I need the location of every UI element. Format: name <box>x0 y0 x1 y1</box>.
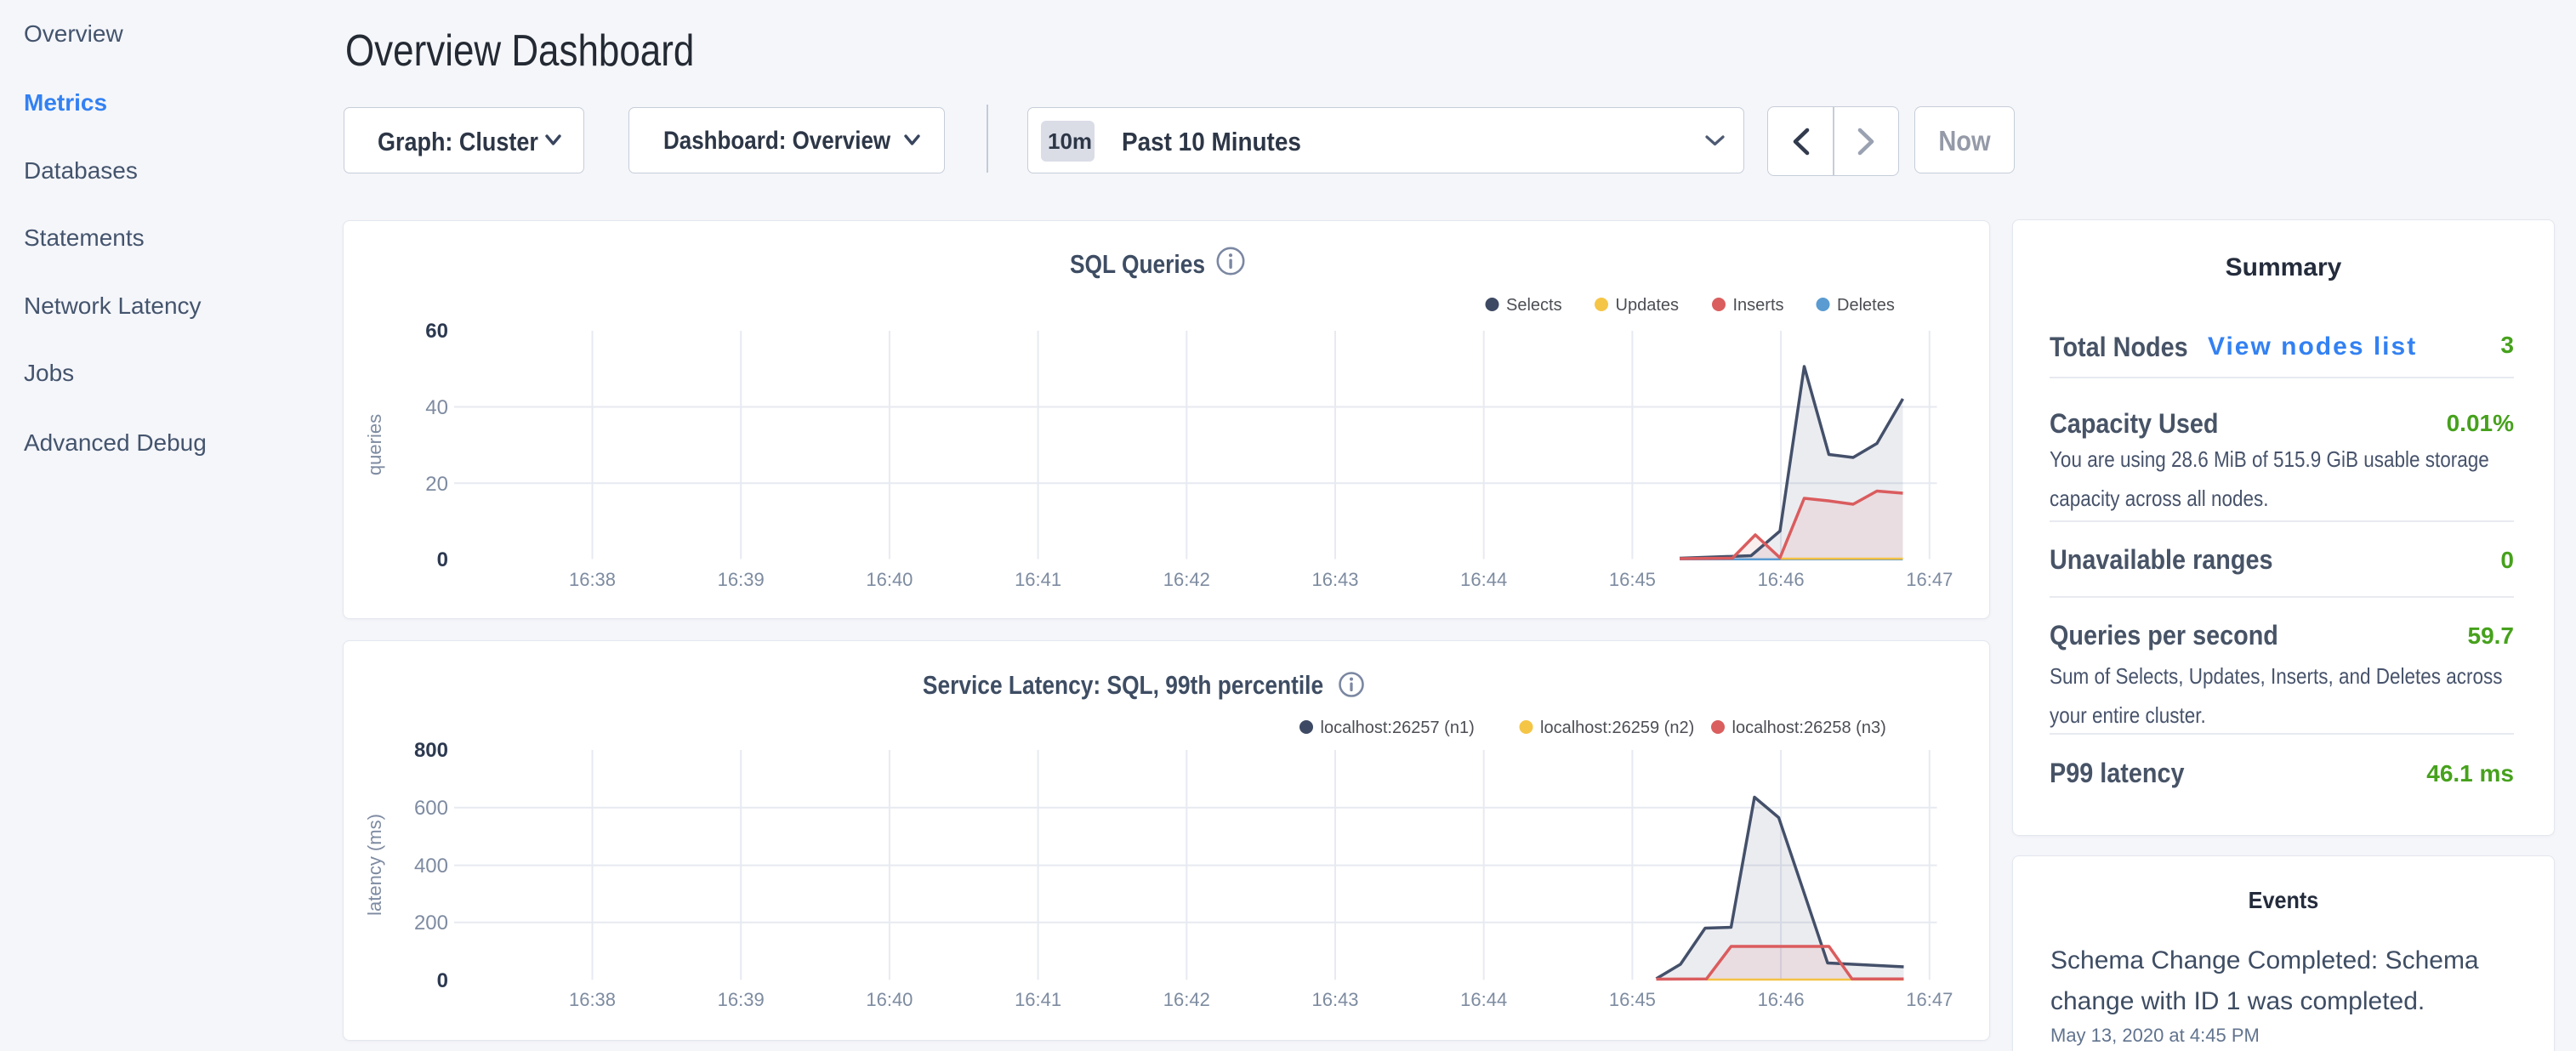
svg-text:800: 800 <box>414 739 448 762</box>
svg-text:Inserts: Inserts <box>1733 296 1784 315</box>
svg-text:0: 0 <box>437 548 448 571</box>
svg-text:20: 20 <box>425 473 448 496</box>
svg-text:16:39: 16:39 <box>718 989 765 1010</box>
svg-text:16:38: 16:38 <box>569 989 616 1010</box>
svg-text:16:45: 16:45 <box>1609 989 1656 1010</box>
svg-text:16:46: 16:46 <box>1758 989 1805 1010</box>
svg-text:200: 200 <box>414 912 448 935</box>
svg-text:Selects: Selects <box>1506 296 1562 315</box>
svg-text:16:41: 16:41 <box>1015 569 1061 590</box>
svg-text:16:40: 16:40 <box>866 569 913 590</box>
svg-text:16:39: 16:39 <box>718 569 765 590</box>
svg-text:localhost:26258 (n3): localhost:26258 (n3) <box>1732 719 1886 737</box>
svg-text:16:44: 16:44 <box>1460 989 1507 1010</box>
svg-text:16:42: 16:42 <box>1163 989 1210 1010</box>
svg-text:16:47: 16:47 <box>1906 989 1953 1010</box>
svg-text:SQL Queries: SQL Queries <box>1070 250 1205 279</box>
svg-text:16:42: 16:42 <box>1163 569 1210 590</box>
svg-text:16:46: 16:46 <box>1758 569 1805 590</box>
svg-text:40: 40 <box>425 396 448 419</box>
svg-text:400: 400 <box>414 855 448 878</box>
svg-text:16:38: 16:38 <box>569 569 616 590</box>
svg-text:0: 0 <box>437 969 448 992</box>
svg-text:60: 60 <box>425 320 448 343</box>
svg-text:16:41: 16:41 <box>1015 989 1061 1010</box>
svg-text:16:43: 16:43 <box>1311 989 1358 1010</box>
svg-text:16:44: 16:44 <box>1460 569 1507 590</box>
svg-text:16:43: 16:43 <box>1311 569 1358 590</box>
svg-text:localhost:26257 (n1): localhost:26257 (n1) <box>1321 719 1475 737</box>
svg-text:Deletes: Deletes <box>1837 296 1895 315</box>
svg-text:queries: queries <box>364 414 385 475</box>
svg-text:16:45: 16:45 <box>1609 569 1656 590</box>
svg-text:localhost:26259 (n2): localhost:26259 (n2) <box>1540 719 1694 737</box>
svg-text:600: 600 <box>414 797 448 820</box>
svg-text:latency (ms): latency (ms) <box>364 814 385 916</box>
svg-text:16:40: 16:40 <box>866 989 913 1010</box>
svg-text:Updates: Updates <box>1616 296 1680 315</box>
svg-text:Service Latency: SQL, 99th per: Service Latency: SQL, 99th percentile <box>923 671 1323 700</box>
svg-text:16:47: 16:47 <box>1906 569 1953 590</box>
